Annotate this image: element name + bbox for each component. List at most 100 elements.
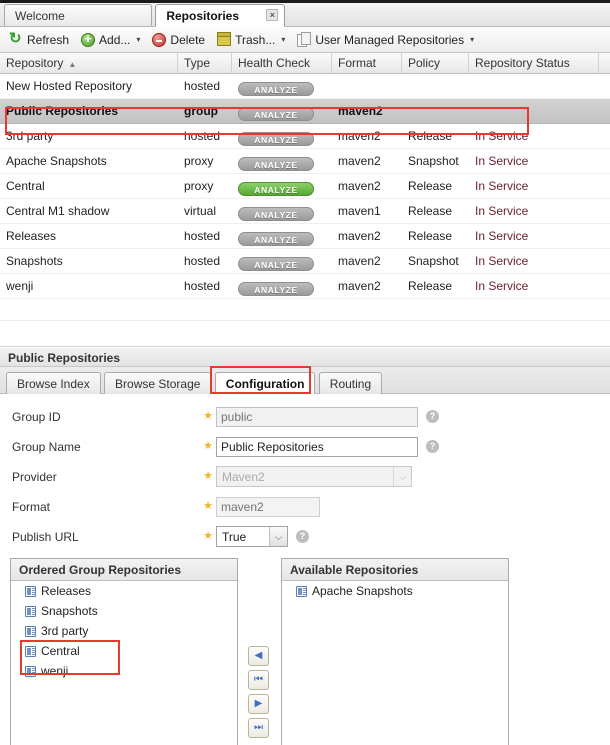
delete-circle-icon: [152, 32, 167, 47]
cell-type: hosted: [184, 228, 221, 243]
provider-select-value: Maven2: [222, 470, 265, 484]
repository-list-icon: [25, 625, 36, 637]
move-all-left-button[interactable]: ⏮: [248, 670, 269, 690]
publish-url-select[interactable]: True ⌵: [216, 526, 288, 547]
cell-health-check: ANALYZE: [232, 274, 332, 299]
available-repositories-list[interactable]: Apache Snapshots: [282, 581, 508, 601]
ordered-group-repositories-list[interactable]: Releases Snapshots 3rd party Central wenji: [11, 581, 237, 681]
column-header-type[interactable]: Type: [178, 52, 232, 74]
table-row[interactable]: 3rd party hosted ANALYZE maven2 Release In Se…: [0, 124, 610, 149]
chevron-down-icon: ▾: [136, 35, 141, 44]
label-publish-url: Publish URL: [12, 529, 79, 544]
table-row[interactable]: wenji hosted ANALYZE maven2 Release In Servic…: [0, 274, 610, 299]
table-row[interactable]: Central M1 shadow virtual ANALYZE maven1 Rel…: [0, 199, 610, 224]
list-item-label: Releases: [41, 584, 92, 598]
cell-type: hosted: [184, 78, 221, 93]
cell-repository: Releases: [6, 228, 57, 243]
cell-repository: Central: [6, 178, 45, 193]
transfer-button-group: ◀ ⏮ ▶ ⏭: [248, 646, 269, 738]
tab-repositories[interactable]: Repositories ×: [155, 4, 286, 27]
format-input[interactable]: [216, 496, 320, 517]
cell-type: proxy: [184, 178, 214, 193]
analyze-button[interactable]: ANALYZE: [238, 181, 314, 196]
label-group-id: Group ID: [12, 409, 61, 424]
group-name-input[interactable]: [216, 436, 418, 457]
table-row[interactable]: New Hosted Repository hosted ANALYZE: [0, 74, 610, 99]
tab-configuration[interactable]: Configuration: [214, 372, 316, 394]
add-button[interactable]: Add... ▾: [76, 30, 145, 50]
analyze-button[interactable]: ANALYZE: [238, 156, 314, 171]
help-icon[interactable]: ?: [296, 530, 309, 543]
move-left-button[interactable]: ◀: [248, 646, 269, 666]
cell-policy: Release: [408, 178, 453, 193]
move-right-button[interactable]: ▶: [248, 694, 269, 714]
user-managed-repositories-button[interactable]: User Managed Repositories ▾: [292, 30, 479, 50]
cell-type: hosted: [184, 128, 221, 143]
column-header-repository-status[interactable]: Repository Status: [469, 52, 599, 74]
cell-policy: Release: [408, 228, 453, 243]
delete-button[interactable]: Delete: [147, 30, 210, 50]
analyze-button[interactable]: ANALYZE: [238, 81, 314, 96]
cell-type: hosted: [184, 278, 221, 293]
move-all-right-button[interactable]: ⏭: [248, 718, 269, 738]
available-repositories-box: Available Repositories Apache Snapshots: [281, 558, 509, 745]
help-icon[interactable]: ?: [426, 410, 439, 423]
cell-repository-status: In Service: [475, 153, 529, 168]
list-item[interactable]: Releases: [11, 581, 237, 601]
cell-policy: Snapshot: [408, 253, 459, 268]
close-icon[interactable]: ×: [266, 9, 279, 21]
analyze-button[interactable]: ANALYZE: [238, 281, 314, 296]
cell-type: group: [184, 103, 218, 118]
label-group-name: Group Name: [12, 439, 81, 454]
field-row-format: Format ★: [0, 494, 610, 519]
required-star-icon: ★: [203, 470, 213, 482]
tab-welcome[interactable]: Welcome: [4, 4, 152, 26]
analyze-button[interactable]: ANALYZE: [238, 256, 314, 271]
configuration-form: Group ID ★ ? Group Name ★ ? Provider ★ M…: [0, 394, 610, 558]
analyze-button[interactable]: ANALYZE: [238, 106, 314, 121]
tab-routing[interactable]: Routing: [318, 372, 383, 394]
table-row[interactable]: Snapshots hosted ANALYZE maven2 Snapshot In S…: [0, 249, 610, 274]
tab-browse-index[interactable]: Browse Index: [6, 372, 101, 394]
analyze-button[interactable]: ANALYZE: [238, 206, 314, 221]
provider-select[interactable]: Maven2 ⌵: [216, 466, 412, 487]
cell-format: maven2: [338, 103, 383, 118]
group-id-input[interactable]: [216, 406, 418, 427]
list-item[interactable]: 3rd party: [11, 621, 237, 641]
list-item[interactable]: wenji: [11, 661, 237, 681]
add-label: Add...: [99, 32, 131, 47]
label-format: Format: [12, 499, 51, 514]
analyze-button[interactable]: ANALYZE: [238, 131, 314, 146]
cell-format: maven1: [338, 203, 381, 218]
column-header-policy[interactable]: Policy: [402, 52, 469, 74]
help-icon[interactable]: ?: [426, 440, 439, 453]
table-row[interactable]: Central proxy ANALYZE maven2 Release In Servi…: [0, 174, 610, 199]
user-managed-repositories-label: User Managed Repositories: [315, 32, 465, 47]
cell-health-check: ANALYZE: [232, 199, 332, 224]
repository-list-icon: [25, 665, 36, 677]
cell-repository-status: [469, 74, 599, 99]
cell-policy: Snapshot: [408, 153, 459, 168]
required-star-icon: ★: [203, 440, 213, 452]
refresh-button[interactable]: Refresh: [4, 30, 74, 50]
column-header-health-check[interactable]: Health Check: [232, 52, 332, 74]
table-row[interactable]: Releases hosted ANALYZE maven2 Release In Ser…: [0, 224, 610, 249]
list-item[interactable]: Apache Snapshots: [282, 581, 508, 601]
tab-browse-storage[interactable]: Browse Storage: [104, 372, 212, 394]
chevron-down-icon: ⌵: [269, 527, 287, 546]
list-item[interactable]: Central: [11, 641, 237, 661]
table-row[interactable]: Public Repositories group ANALYZE maven2: [0, 99, 610, 124]
list-item-label: Apache Snapshots: [312, 584, 413, 598]
pages-icon: [297, 31, 312, 47]
chevron-down-icon: ⌵: [393, 467, 411, 486]
trash-button[interactable]: Trash... ▾: [212, 30, 290, 50]
cell-health-check: ANALYZE: [232, 224, 332, 249]
table-row[interactable]: Apache Snapshots proxy ANALYZE maven2 Snapsh…: [0, 149, 610, 174]
list-item[interactable]: Snapshots: [11, 601, 237, 621]
repository-dual-list: Ordered Group Repositories Releases Snaps…: [0, 558, 610, 745]
cell-health-check: ANALYZE: [232, 74, 332, 99]
column-header-format[interactable]: Format: [332, 52, 402, 74]
column-header-repository[interactable]: Repository ▲: [0, 52, 178, 74]
required-star-icon: ★: [203, 410, 213, 422]
analyze-button[interactable]: ANALYZE: [238, 231, 314, 246]
